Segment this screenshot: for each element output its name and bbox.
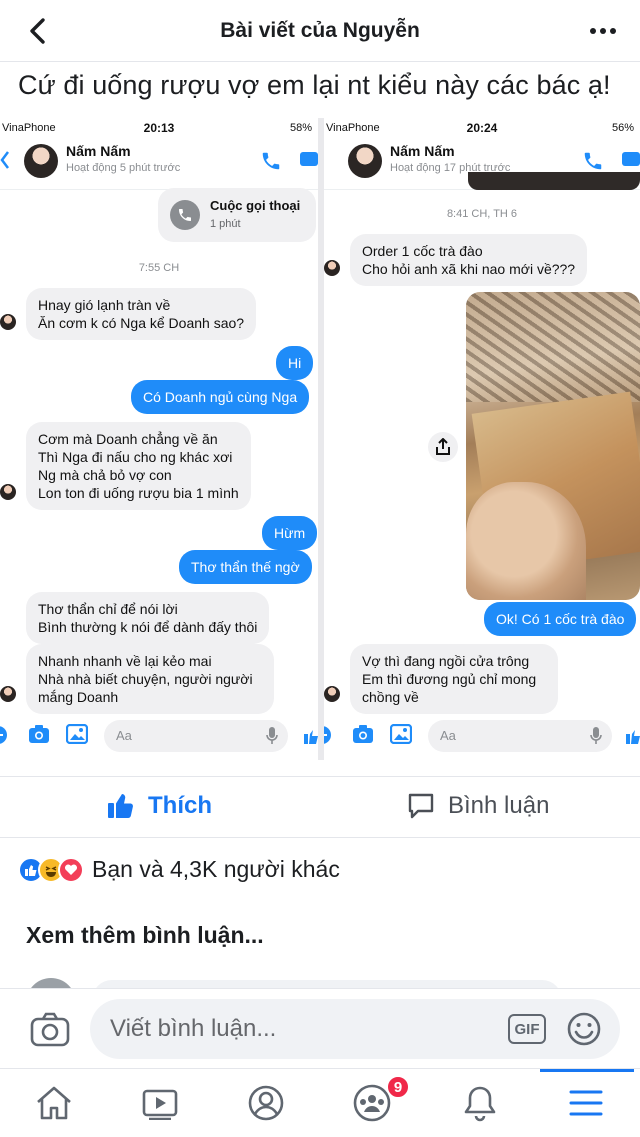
comment-input[interactable]: Viết bình luận... GIF — [90, 999, 620, 1059]
video-call-icon — [622, 152, 640, 166]
hamburger-menu-icon — [569, 1090, 603, 1116]
share-icon — [436, 438, 450, 455]
post-actions: Thích Bình luận — [0, 776, 640, 838]
message-composer: Aa — [0, 714, 318, 760]
nav-home[interactable] — [34, 1083, 74, 1123]
status-bar: VinaPhone 20:24 56% — [324, 118, 640, 138]
emoji-icon[interactable] — [566, 1011, 602, 1047]
comment-composer: Viết bình luận... GIF — [0, 988, 640, 1068]
back-button[interactable] — [18, 12, 56, 50]
photo-seeds — [466, 292, 640, 402]
message-outgoing: Hi — [276, 346, 314, 380]
plus-circle-icon[interactable] — [324, 724, 334, 746]
contact-name: Nấm Nấm — [390, 143, 455, 159]
comment-input-placeholder: Viết bình luận... — [110, 1015, 277, 1042]
post-caption: Cứ đi uống rượu vợ em lại nt kiểu này cá… — [18, 70, 611, 100]
message-input-placeholder: Aa — [116, 728, 132, 743]
gif-button[interactable]: GIF — [508, 1014, 546, 1044]
chevron-left-icon — [0, 151, 9, 169]
post-header: Bài viết của Nguyễn — [0, 0, 640, 62]
battery-level: 58% — [289, 122, 312, 134]
nav-notifications[interactable] — [460, 1083, 500, 1123]
avatar — [0, 484, 16, 500]
message-input-placeholder: Aa — [440, 728, 456, 743]
message-incoming: Cơm mà Doanh chẳng về ăn Thì Nga đi nấu … — [26, 422, 251, 510]
avatar — [24, 144, 58, 178]
call-card-title: Cuộc gọi thoại — [210, 198, 301, 213]
message-incoming: Hnay gió lạnh tràn về Ăn cơm k có Nga kể… — [26, 288, 257, 340]
status-bar: VinaPhone 20:13 58% — [0, 118, 318, 138]
phone-icon — [584, 152, 602, 170]
status-time: 20:24 — [466, 121, 498, 135]
photo-hand — [466, 482, 586, 600]
voice-call-card[interactable]: Cuộc gọi thoại 1 phút — [158, 188, 316, 242]
like-button[interactable]: Thích — [106, 791, 212, 821]
camera-icon[interactable] — [28, 724, 50, 744]
avatar — [0, 686, 16, 702]
avatar — [324, 260, 340, 276]
thumbs-up-icon[interactable] — [302, 724, 318, 746]
battery-level: 56% — [611, 122, 634, 134]
image-icon[interactable] — [390, 724, 412, 744]
contact-name: Nấm Nấm — [66, 143, 131, 159]
message-incoming: Nhanh nhanh về lại kẻo mai Nhà nhà biết … — [26, 644, 274, 714]
more-options-button[interactable] — [584, 12, 622, 50]
active-tab-indicator — [540, 1069, 634, 1072]
comment-label: Bình luận — [448, 792, 550, 819]
love-icon — [58, 856, 84, 883]
chevron-left-icon — [30, 18, 45, 44]
message-outgoing: Có Doanh ngủ cùng Nga — [131, 380, 310, 414]
camera-icon[interactable] — [30, 1011, 70, 1047]
comment-bubble-icon — [408, 793, 434, 819]
view-more-comments-link[interactable]: Xem thêm bình luận... — [26, 922, 264, 949]
message-input[interactable]: Aa — [104, 720, 288, 752]
status-time: 20:13 — [143, 121, 175, 135]
avatar — [0, 314, 16, 330]
phone-icon — [262, 152, 280, 170]
page-title: Bài viết của Nguyễn — [220, 18, 420, 42]
video-call-icon — [300, 152, 318, 166]
nav-menu[interactable] — [566, 1083, 606, 1123]
microphone-icon[interactable] — [590, 727, 602, 745]
thumbs-up-icon[interactable] — [624, 724, 640, 746]
reactions-count: Bạn và 4,3K người khác — [92, 856, 340, 882]
more-dots-icon — [590, 28, 616, 34]
shared-photo-top — [468, 172, 640, 190]
profile-icon — [248, 1085, 284, 1121]
nav-watch[interactable] — [140, 1083, 180, 1123]
contact-status: Hoạt động 5 phút trước — [66, 162, 181, 174]
screenshot-left[interactable]: VinaPhone 20:13 58% Nấm Nấm Hoạt động 5 … — [0, 118, 318, 760]
message-outgoing: Thơ thẩn thế ngờ — [179, 550, 312, 584]
timestamp: 8:41 CH, TH 6 — [446, 208, 518, 220]
chat-header: Nấm Nấm Hoạt động 5 phút trước — [0, 138, 318, 190]
plus-circle-icon[interactable] — [0, 724, 10, 746]
share-button[interactable] — [428, 432, 458, 462]
nav-profile[interactable] — [246, 1083, 286, 1123]
timestamp: 7:55 CH — [138, 262, 180, 274]
message-composer: Aa — [324, 714, 640, 760]
groups-notification-badge: 9 — [386, 1075, 410, 1099]
video-play-icon — [142, 1089, 178, 1120]
message-outgoing: Ok! Có 1 cốc trà đào — [484, 602, 637, 636]
message-incoming: Order 1 cốc trà đào Cho hỏi anh xã khi n… — [350, 234, 588, 286]
call-card-duration: 1 phút — [210, 218, 241, 230]
message-input[interactable]: Aa — [428, 720, 612, 752]
phone-call-icon — [170, 200, 200, 230]
bell-icon — [464, 1086, 496, 1122]
home-icon — [37, 1086, 71, 1120]
shared-photo[interactable] — [466, 292, 640, 600]
avatar — [324, 686, 340, 702]
reactions-summary[interactable]: Bạn và 4,3K người khác — [18, 856, 340, 883]
bottom-navigation: 9 — [0, 1068, 640, 1137]
image-icon[interactable] — [66, 724, 88, 744]
avatar — [348, 144, 382, 178]
like-label: Thích — [148, 792, 212, 819]
thumbs-up-icon — [108, 794, 133, 818]
camera-icon[interactable] — [352, 724, 374, 744]
message-incoming: Vợ thì đang ngồi cửa trông Em thì đương … — [350, 644, 558, 714]
message-outgoing: Hừm — [262, 516, 318, 550]
comment-button[interactable]: Bình luận — [406, 791, 549, 821]
microphone-icon[interactable] — [266, 727, 278, 745]
message-incoming: Thơ thẩn chỉ để nói lời Bình thường k nó… — [26, 592, 270, 644]
